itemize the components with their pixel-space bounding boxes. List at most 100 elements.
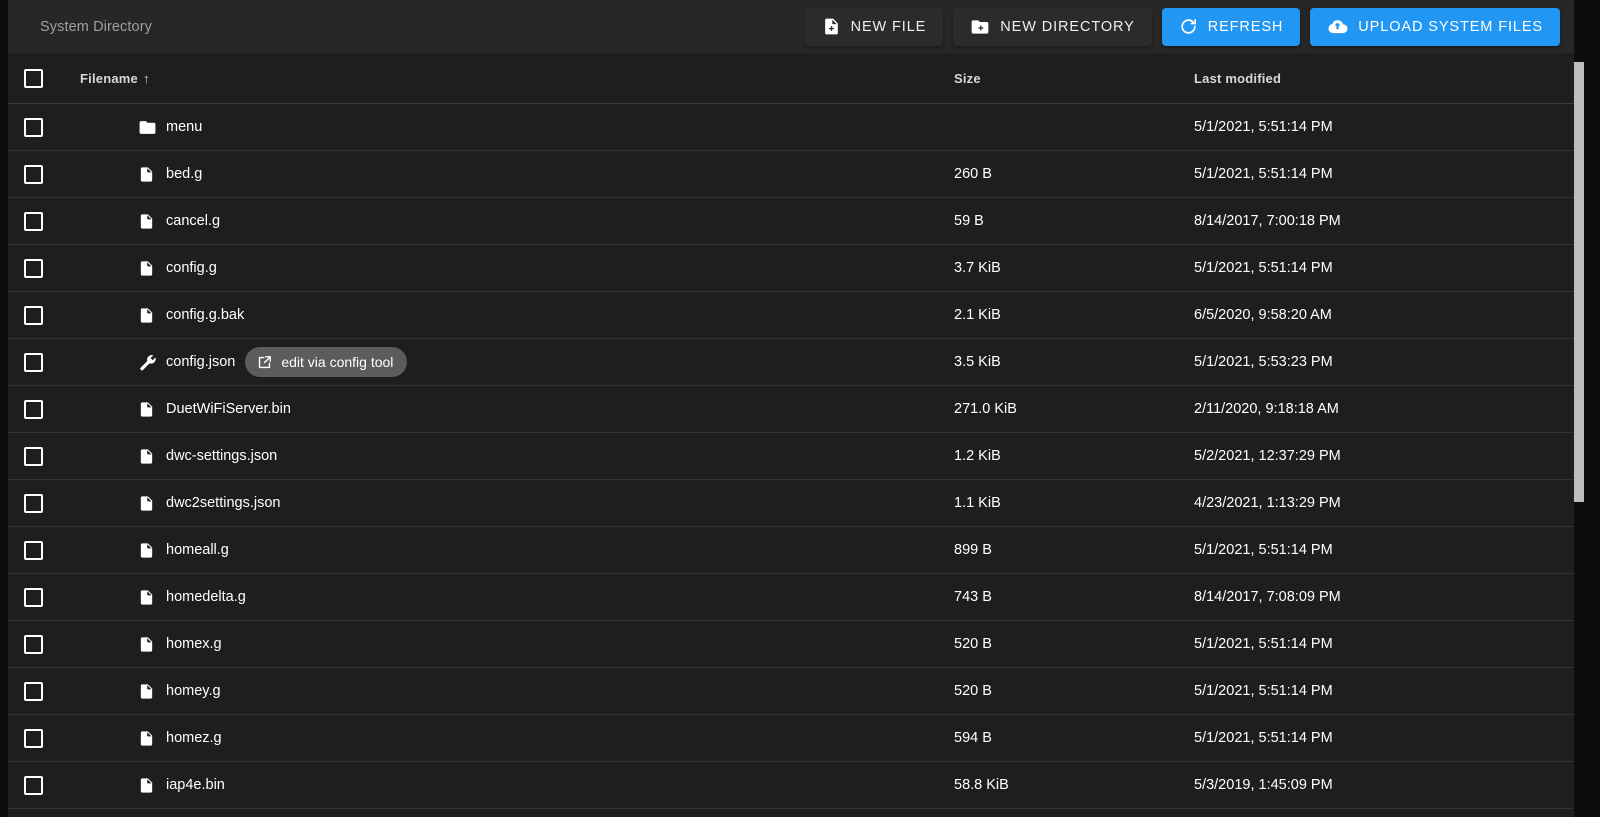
table-row[interactable]: dwc-settings.json 1.2 KiB 5/2/2021, 12:37:…	[8, 433, 1584, 480]
row-select-cell	[24, 305, 80, 325]
upload-system-files-button-label: UPLOAD SYSTEM FILES	[1358, 18, 1543, 35]
refresh-button[interactable]: REFRESH	[1161, 7, 1301, 46]
filename-label: homedelta.g	[166, 589, 246, 605]
size-cell: 3.5 KiB	[954, 354, 1001, 370]
scrollbar-track[interactable]	[1574, 0, 1584, 817]
sort-ascending-icon: ↑	[142, 70, 150, 86]
filename-label: homey.g	[166, 683, 221, 699]
row-checkbox[interactable]	[24, 164, 43, 184]
row-select-cell	[24, 164, 80, 184]
table-row[interactable]: iap4e.bin 58.8 KiB 5/3/2019, 1:45:09 PM	[8, 762, 1584, 809]
table-row[interactable]: homedelta.g 743 B 8/14/2017, 7:08:09 PM	[8, 574, 1584, 621]
row-checkbox[interactable]	[24, 728, 43, 748]
size-cell: 1.2 KiB	[954, 448, 1001, 464]
filename-cell: dwc-settings.json	[80, 447, 954, 466]
size-cell: 1.1 KiB	[954, 495, 1001, 511]
last-modified-cell: 5/1/2021, 5:51:14 PM	[1194, 260, 1333, 276]
filename-cell: iap4e.bin	[80, 776, 954, 795]
row-checkbox[interactable]	[24, 587, 43, 607]
edit-via-config-tool-chip[interactable]: edit via config tool	[245, 347, 408, 377]
filename-label: menu	[166, 119, 203, 135]
file-icon	[138, 682, 160, 701]
file-icon	[138, 729, 160, 748]
row-checkbox[interactable]	[24, 446, 43, 466]
filename-cell: config.g.bak	[80, 306, 954, 325]
row-select-cell	[24, 399, 80, 419]
select-all-cell	[24, 68, 80, 88]
row-checkbox[interactable]	[24, 775, 43, 795]
filename-cell: DuetWiFiServer.bin	[80, 400, 954, 419]
new-directory-button-label: NEW DIRECTORY	[1000, 18, 1135, 35]
filename-cell: cancel.g	[80, 212, 954, 231]
refresh-button-label: REFRESH	[1207, 18, 1284, 35]
column-header-size[interactable]: Size	[954, 71, 1194, 86]
filename-label: dwc-settings.json	[166, 448, 278, 464]
table-row[interactable]: homeall.g 899 B 5/1/2021, 5:51:14 PM	[8, 527, 1584, 574]
row-checkbox[interactable]	[24, 352, 43, 372]
filename-cell: homeall.g	[80, 541, 954, 560]
row-select-cell	[24, 634, 80, 654]
row-checkbox[interactable]	[24, 305, 43, 325]
table-row[interactable]: config.g 3.7 KiB 5/1/2021, 5:51:14 PM	[8, 245, 1584, 292]
row-checkbox[interactable]	[24, 211, 43, 231]
row-select-cell	[24, 258, 80, 278]
row-checkbox[interactable]	[24, 117, 43, 137]
row-select-cell	[24, 117, 80, 137]
row-checkbox[interactable]	[24, 399, 43, 419]
filename-cell: homez.g	[80, 729, 954, 748]
new-file-button[interactable]: NEW FILE	[804, 7, 944, 46]
row-checkbox[interactable]	[24, 540, 43, 560]
file-icon	[138, 494, 160, 513]
file-icon	[138, 635, 160, 654]
last-modified-cell: 2/11/2020, 9:18:18 AM	[1194, 401, 1339, 417]
file-icon	[138, 306, 160, 325]
table-row[interactable]: menu 5/1/2021, 5:51:14 PM	[8, 104, 1584, 151]
last-modified-cell: 5/2/2021, 12:37:29 PM	[1194, 448, 1341, 464]
column-header-last-modified-label: Last modified	[1194, 70, 1282, 86]
table-header-row: Filename ↑ Size Last modified	[8, 53, 1584, 104]
table-row[interactable]: homex.g 520 B 5/1/2021, 5:51:14 PM	[8, 621, 1584, 668]
filename-cell: homedelta.g	[80, 588, 954, 607]
file-icon	[138, 212, 160, 231]
new-directory-button[interactable]: NEW DIRECTORY	[953, 7, 1152, 46]
table-row[interactable]: DuetWiFiServer.bin 271.0 KiB 2/11/2020, 9:…	[8, 386, 1584, 433]
row-checkbox[interactable]	[24, 634, 43, 654]
scrollbar-thumb[interactable]	[1574, 62, 1584, 502]
table-row[interactable]: homey.g 520 B 5/1/2021, 5:51:14 PM	[8, 668, 1584, 715]
size-cell: 3.7 KiB	[954, 260, 1001, 276]
wrench-icon	[138, 353, 160, 372]
table-body: menu 5/1/2021, 5:51:14 PM bed.g 260 B 5/1/20…	[8, 104, 1584, 809]
size-cell: 899 B	[954, 542, 992, 558]
table-row[interactable]: homez.g 594 B 5/1/2021, 5:51:14 PM	[8, 715, 1584, 762]
column-header-filename[interactable]: Filename ↑	[80, 71, 954, 86]
file-manager-app: System Directory NEW FILE NEW DIRECTORY …	[0, 0, 1600, 817]
table-row[interactable]: bed.g 260 B 5/1/2021, 5:51:14 PM	[8, 151, 1584, 198]
row-select-cell	[24, 775, 80, 795]
filename-label: config.g	[166, 260, 217, 276]
column-header-last-modified[interactable]: Last modified	[1194, 71, 1584, 86]
last-modified-cell: 5/1/2021, 5:53:23 PM	[1194, 354, 1333, 370]
folder-icon	[138, 118, 160, 137]
filename-label: iap4e.bin	[166, 777, 225, 793]
row-select-cell	[24, 352, 80, 372]
row-checkbox[interactable]	[24, 681, 43, 701]
filename-label: config.g.bak	[166, 307, 245, 323]
upload-system-files-button[interactable]: UPLOAD SYSTEM FILES	[1310, 7, 1560, 46]
filename-label: homeall.g	[166, 542, 229, 558]
row-checkbox[interactable]	[24, 493, 43, 513]
table-row[interactable]: config.json edit via config tool 3.5 KiB 5/…	[8, 339, 1584, 386]
row-checkbox[interactable]	[24, 258, 43, 278]
column-header-filename-label: Filename	[80, 70, 138, 86]
file-icon	[138, 541, 160, 560]
filename-label: bed.g	[166, 166, 203, 182]
file-icon	[138, 447, 160, 466]
filename-label: homex.g	[166, 636, 222, 652]
table-row[interactable]: config.g.bak 2.1 KiB 6/5/2020, 9:58:20 AM	[8, 292, 1584, 339]
select-all-checkbox[interactable]	[24, 68, 43, 88]
column-header-size-label: Size	[954, 70, 981, 86]
table-row[interactable]: cancel.g 59 B 8/14/2017, 7:00:18 PM	[8, 198, 1584, 245]
last-modified-cell: 8/14/2017, 7:00:18 PM	[1194, 213, 1341, 229]
row-select-cell	[24, 587, 80, 607]
last-modified-cell: 5/1/2021, 5:51:14 PM	[1194, 683, 1333, 699]
table-row[interactable]: dwc2settings.json 1.1 KiB 4/23/2021, 1:13:…	[8, 480, 1584, 527]
